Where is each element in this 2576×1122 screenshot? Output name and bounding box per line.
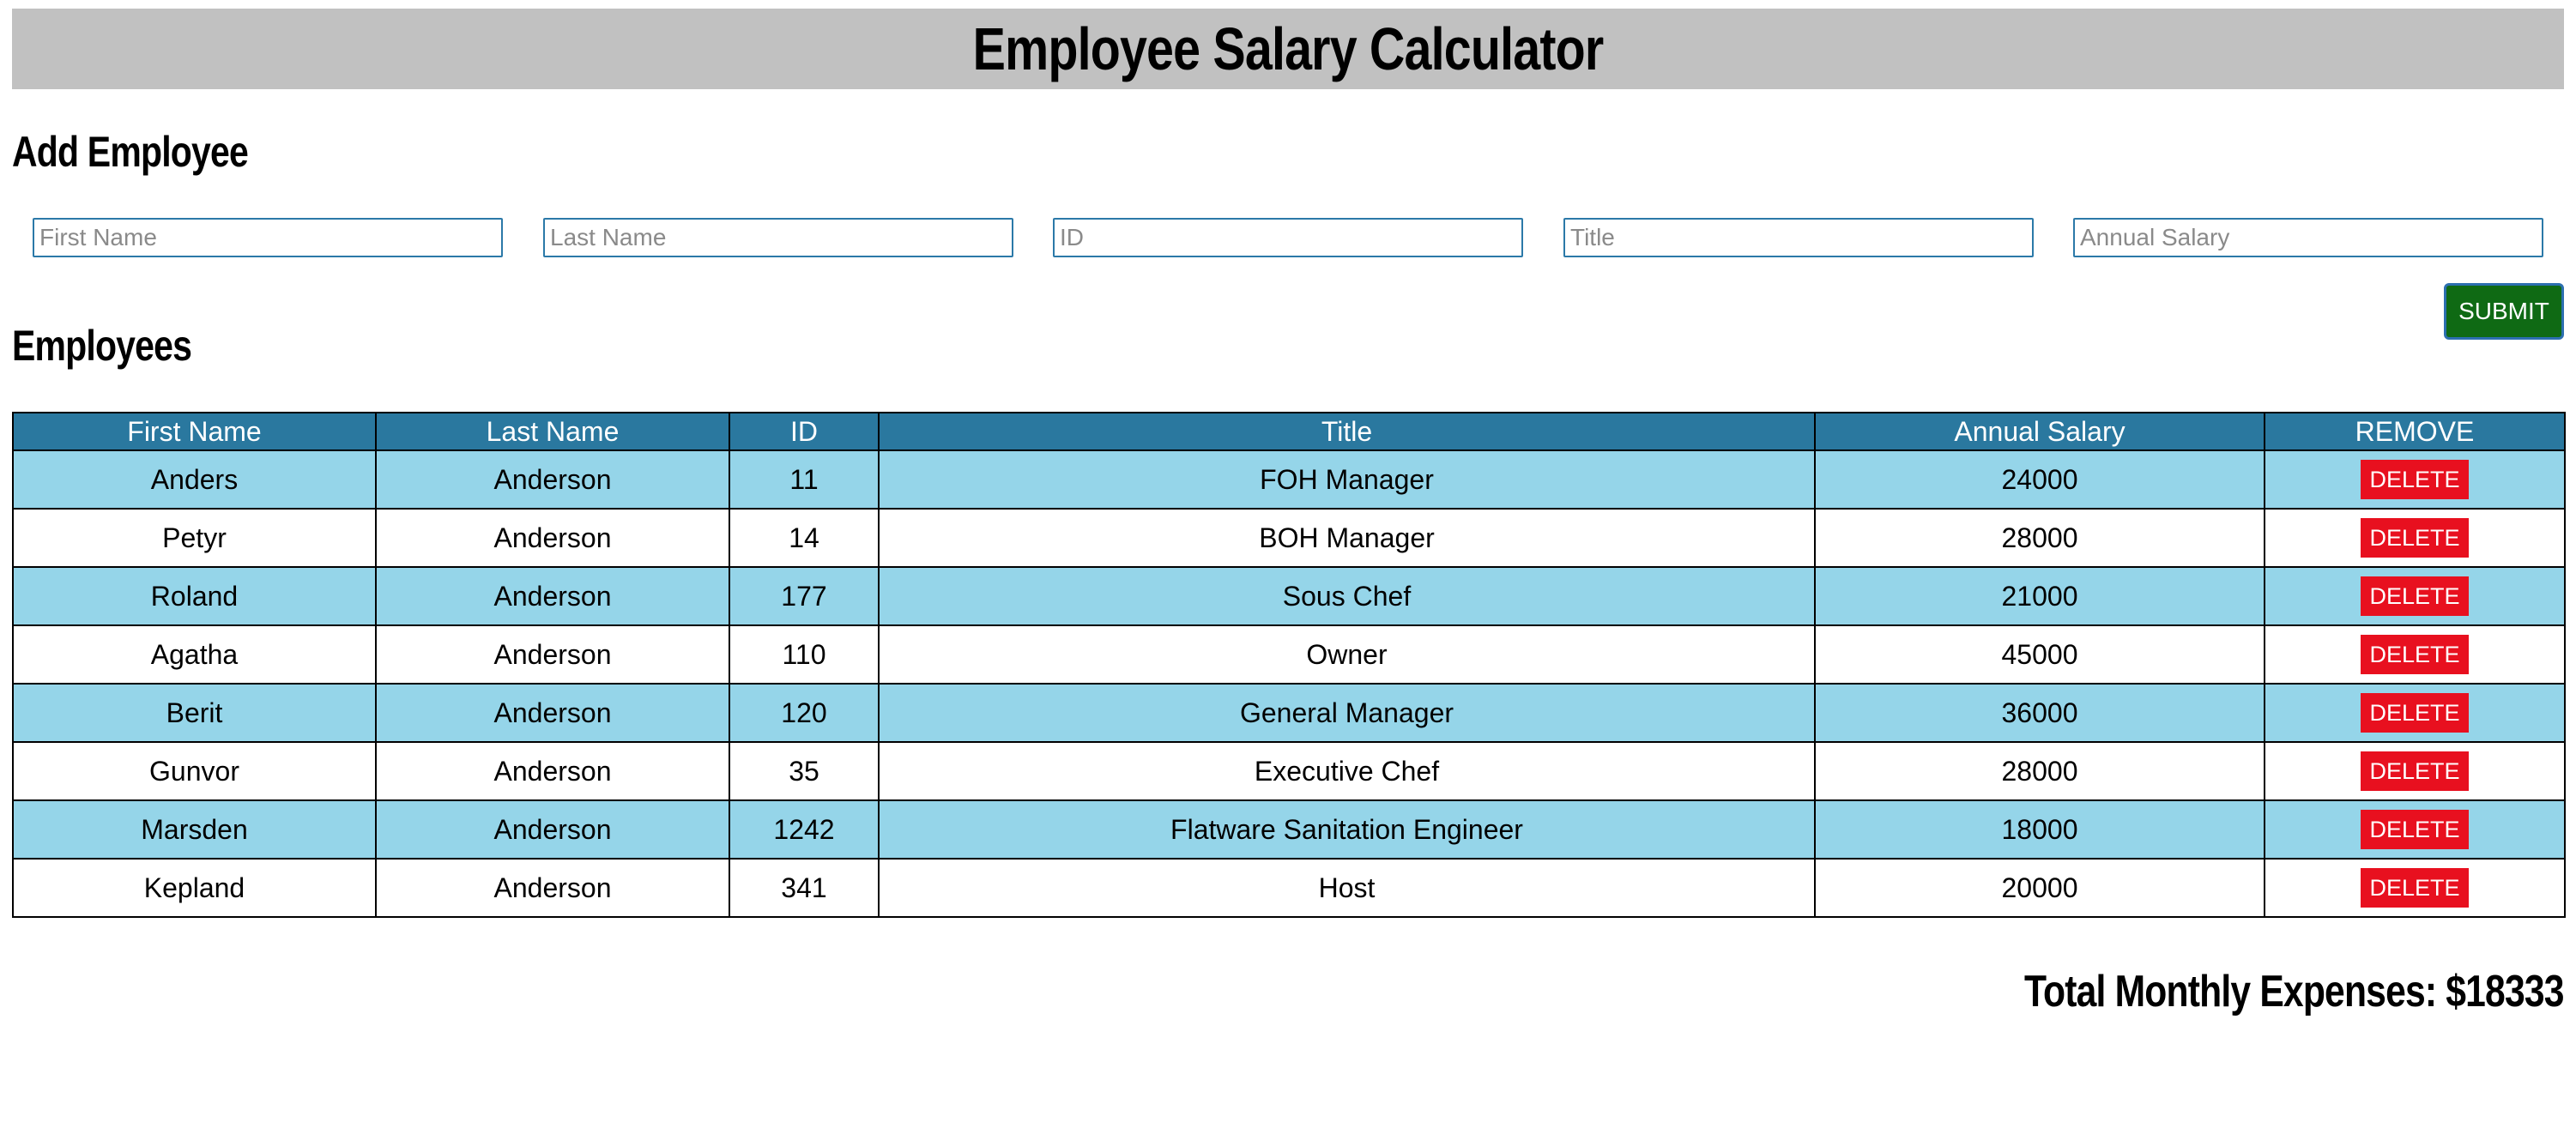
table-row: Kepland Anderson 341 Host 20000 DELETE (12, 858, 2566, 918)
column-header-annual-salary: Annual Salary (1814, 412, 2265, 451)
column-header-last-name: Last Name (375, 412, 730, 451)
cell-id: 1242 (729, 799, 880, 860)
table-row: Roland Anderson 177 Sous Chef 21000 DELE… (12, 566, 2566, 626)
cell-id: 177 (729, 566, 880, 626)
cell-first-name: Gunvor (12, 741, 377, 801)
table-row: Anders Anderson 11 FOH Manager 24000 DEL… (12, 449, 2566, 510)
cell-title: Flatware Sanitation Engineer (878, 799, 1816, 860)
cell-remove: DELETE (2264, 799, 2566, 860)
cell-title: Host (878, 858, 1816, 918)
delete-button[interactable]: DELETE (2361, 810, 2469, 849)
cell-title: FOH Manager (878, 449, 1816, 510)
cell-id: 120 (729, 683, 880, 743)
table-row: Gunvor Anderson 35 Executive Chef 28000 … (12, 741, 2566, 801)
cell-first-name: Anders (12, 449, 377, 510)
cell-title: Sous Chef (878, 566, 1816, 626)
first-name-input[interactable] (33, 218, 503, 257)
app-header: Employee Salary Calculator (12, 9, 2564, 89)
add-employee-heading: Add Employee (12, 128, 249, 176)
cell-title: General Manager (878, 683, 1816, 743)
delete-button[interactable]: DELETE (2361, 693, 2469, 733)
table-row: Berit Anderson 120 General Manager 36000… (12, 683, 2566, 743)
id-input[interactable] (1053, 218, 1523, 257)
cell-id: 14 (729, 508, 880, 568)
employees-heading: Employees (12, 322, 192, 370)
cell-last-name: Anderson (375, 449, 730, 510)
cell-id: 110 (729, 624, 880, 685)
cell-remove: DELETE (2264, 858, 2566, 918)
cell-first-name: Kepland (12, 858, 377, 918)
table-row: Petyr Anderson 14 BOH Manager 28000 DELE… (12, 508, 2566, 568)
delete-button[interactable]: DELETE (2361, 868, 2469, 908)
total-monthly-expenses: Total Monthly Expenses: $18333 (2024, 967, 2564, 1016)
cell-remove: DELETE (2264, 566, 2566, 626)
column-header-id: ID (729, 412, 880, 451)
cell-annual-salary: 18000 (1814, 799, 2265, 860)
table-row: Agatha Anderson 110 Owner 45000 DELETE (12, 624, 2566, 685)
cell-annual-salary: 24000 (1814, 449, 2265, 510)
submit-button[interactable]: SUBMIT (2444, 283, 2564, 340)
cell-id: 341 (729, 858, 880, 918)
annual-salary-input[interactable] (2073, 218, 2543, 257)
cell-last-name: Anderson (375, 741, 730, 801)
cell-first-name: Agatha (12, 624, 377, 685)
delete-button[interactable]: DELETE (2361, 576, 2469, 616)
cell-title: Executive Chef (878, 741, 1816, 801)
delete-button[interactable]: DELETE (2361, 518, 2469, 558)
cell-last-name: Anderson (375, 508, 730, 568)
employees-table: First Name Last Name ID Title Annual Sal… (12, 412, 2566, 918)
table-header-row: First Name Last Name ID Title Annual Sal… (12, 412, 2566, 451)
cell-remove: DELETE (2264, 449, 2566, 510)
cell-last-name: Anderson (375, 858, 730, 918)
cell-id: 11 (729, 449, 880, 510)
delete-button[interactable]: DELETE (2361, 751, 2469, 791)
cell-id: 35 (729, 741, 880, 801)
last-name-input[interactable] (543, 218, 1013, 257)
delete-button[interactable]: DELETE (2361, 635, 2469, 674)
cell-annual-salary: 28000 (1814, 741, 2265, 801)
delete-button[interactable]: DELETE (2361, 460, 2469, 499)
column-header-title: Title (878, 412, 1816, 451)
cell-remove: DELETE (2264, 624, 2566, 685)
cell-annual-salary: 36000 (1814, 683, 2265, 743)
page-title: Employee Salary Calculator (972, 15, 1605, 82)
cell-first-name: Berit (12, 683, 377, 743)
column-header-remove: REMOVE (2264, 412, 2566, 451)
cell-annual-salary: 20000 (1814, 858, 2265, 918)
cell-last-name: Anderson (375, 799, 730, 860)
cell-remove: DELETE (2264, 508, 2566, 568)
cell-title: Owner (878, 624, 1816, 685)
table-row: Marsden Anderson 1242 Flatware Sanitatio… (12, 799, 2566, 860)
cell-remove: DELETE (2264, 741, 2566, 801)
cell-first-name: Petyr (12, 508, 377, 568)
cell-last-name: Anderson (375, 683, 730, 743)
cell-first-name: Marsden (12, 799, 377, 860)
cell-annual-salary: 45000 (1814, 624, 2265, 685)
column-header-first-name: First Name (12, 412, 377, 451)
cell-last-name: Anderson (375, 566, 730, 626)
add-employee-form (33, 218, 2543, 257)
cell-annual-salary: 28000 (1814, 508, 2265, 568)
cell-remove: DELETE (2264, 683, 2566, 743)
cell-last-name: Anderson (375, 624, 730, 685)
cell-title: BOH Manager (878, 508, 1816, 568)
cell-annual-salary: 21000 (1814, 566, 2265, 626)
title-input[interactable] (1563, 218, 2034, 257)
cell-first-name: Roland (12, 566, 377, 626)
